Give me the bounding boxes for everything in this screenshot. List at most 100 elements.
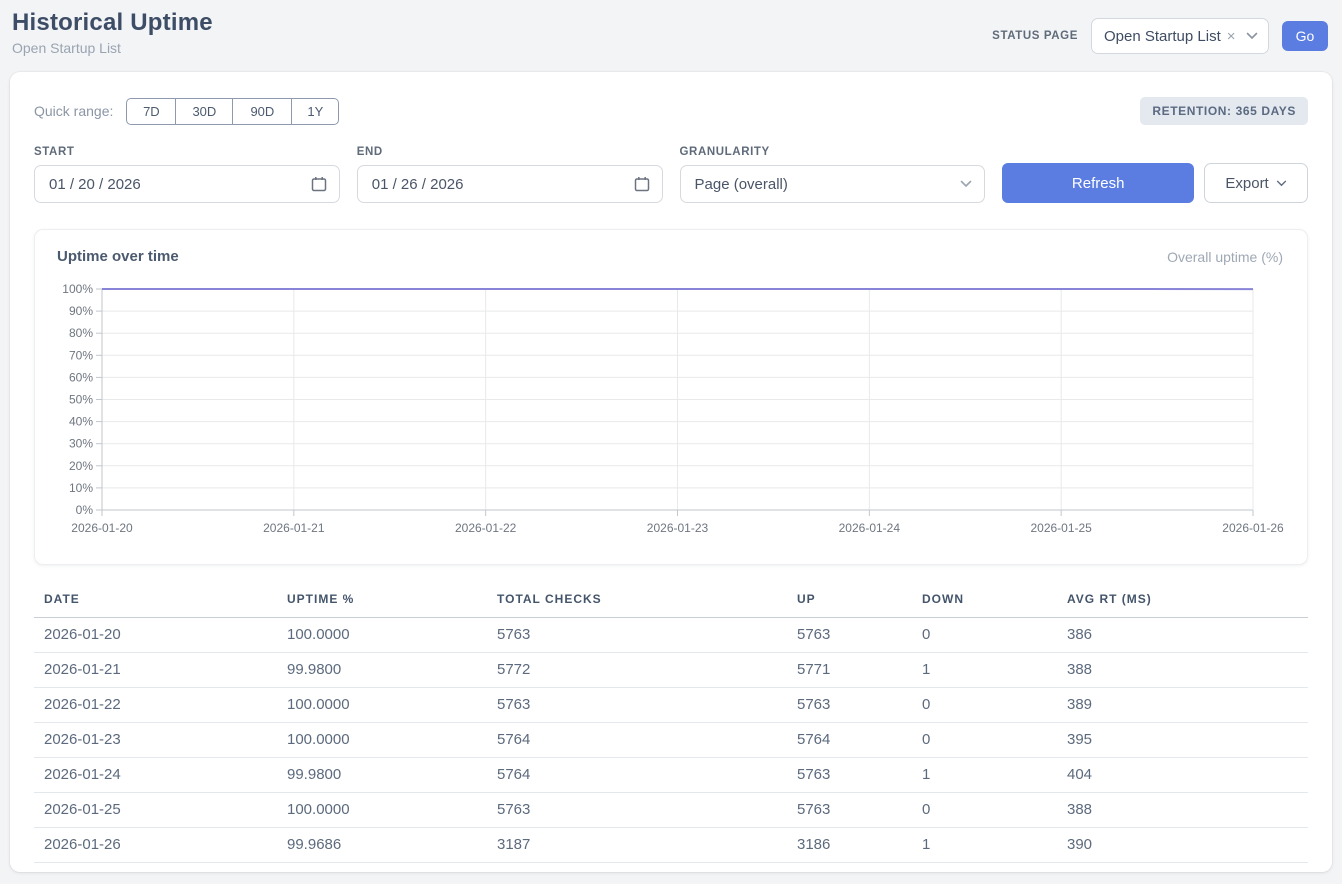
svg-text:2026-01-23: 2026-01-23 bbox=[647, 521, 709, 535]
cell-date: 2026-01-23 bbox=[34, 723, 277, 758]
cell-up: 5771 bbox=[787, 653, 912, 688]
start-date-input[interactable]: 01 / 20 / 2026 bbox=[34, 165, 340, 203]
table-header: DATEUPTIME %TOTAL CHECKSUPDOWNAVG RT (MS… bbox=[34, 586, 1308, 618]
cell-down: 1 bbox=[912, 653, 1057, 688]
quick-range-row: Quick range: 7D30D90D1Y RETENTION: 365 D… bbox=[34, 97, 1308, 125]
uptime-table: DATEUPTIME %TOTAL CHECKSUPDOWNAVG RT (MS… bbox=[34, 586, 1308, 863]
quick-range-label: Quick range: bbox=[34, 103, 113, 119]
page-subtitle: Open Startup List bbox=[12, 40, 213, 56]
cell-uptime: 99.9800 bbox=[277, 653, 487, 688]
svg-text:20%: 20% bbox=[69, 459, 93, 473]
end-date-input[interactable]: 01 / 26 / 2026 bbox=[357, 165, 663, 203]
svg-text:10%: 10% bbox=[69, 481, 93, 495]
svg-text:2026-01-22: 2026-01-22 bbox=[455, 521, 517, 535]
cell-date: 2026-01-26 bbox=[34, 828, 277, 863]
svg-text:0%: 0% bbox=[76, 503, 94, 517]
col-up: UP bbox=[787, 586, 912, 618]
cell-uptime: 99.9800 bbox=[277, 758, 487, 793]
cell-date: 2026-01-25 bbox=[34, 793, 277, 828]
chart-title: Uptime over time bbox=[57, 248, 179, 265]
chart-legend: Overall uptime (%) bbox=[1167, 249, 1283, 265]
table-row: 2026-01-2199.9800577257711388 bbox=[34, 653, 1308, 688]
svg-text:2026-01-26: 2026-01-26 bbox=[1222, 521, 1284, 535]
calendar-icon[interactable] bbox=[311, 176, 327, 192]
chevron-down-icon bbox=[960, 180, 972, 188]
filter-fields-row: START 01 / 20 / 2026 END 01 / 26 / 2026 … bbox=[34, 146, 1308, 203]
cell-uptime: 100.0000 bbox=[277, 723, 487, 758]
clear-icon[interactable]: × bbox=[1227, 29, 1236, 44]
cell-date: 2026-01-24 bbox=[34, 758, 277, 793]
calendar-icon[interactable] bbox=[634, 176, 650, 192]
svg-text:2026-01-20: 2026-01-20 bbox=[71, 521, 133, 535]
cell-uptime: 100.0000 bbox=[277, 793, 487, 828]
granularity-select[interactable]: Page (overall) bbox=[680, 165, 986, 203]
cell-uptime: 100.0000 bbox=[277, 688, 487, 723]
quick-range-1y[interactable]: 1Y bbox=[292, 98, 339, 125]
svg-text:50%: 50% bbox=[69, 393, 93, 407]
col-uptime: UPTIME % bbox=[277, 586, 487, 618]
refresh-button[interactable]: Refresh bbox=[1002, 163, 1194, 203]
table-row: 2026-01-25100.0000576357630388 bbox=[34, 793, 1308, 828]
topbar: Historical Uptime Open Startup List STAT… bbox=[0, 0, 1342, 72]
topbar-controls: STATUS PAGE Open Startup List × Go bbox=[992, 18, 1328, 54]
chart-header: Uptime over time Overall uptime (%) bbox=[35, 248, 1307, 265]
cell-down: 1 bbox=[912, 758, 1057, 793]
svg-text:60%: 60% bbox=[69, 370, 93, 384]
cell-total-checks: 5764 bbox=[487, 758, 787, 793]
svg-text:70%: 70% bbox=[69, 348, 93, 362]
cell-avg-rt-ms: 395 bbox=[1057, 723, 1308, 758]
end-date-value: 01 / 26 / 2026 bbox=[372, 176, 464, 193]
granularity-value: Page (overall) bbox=[695, 176, 788, 193]
end-label: END bbox=[357, 146, 663, 158]
cell-uptime: 100.0000 bbox=[277, 618, 487, 653]
cell-up: 5763 bbox=[787, 758, 912, 793]
cell-date: 2026-01-22 bbox=[34, 688, 277, 723]
cell-avg-rt-ms: 386 bbox=[1057, 618, 1308, 653]
cell-total-checks: 5764 bbox=[487, 723, 787, 758]
go-button[interactable]: Go bbox=[1282, 21, 1328, 51]
export-button[interactable]: Export bbox=[1204, 163, 1308, 203]
cell-down: 0 bbox=[912, 793, 1057, 828]
col-date: DATE bbox=[34, 586, 277, 618]
start-date-field: START 01 / 20 / 2026 bbox=[34, 146, 340, 203]
cell-date: 2026-01-20 bbox=[34, 618, 277, 653]
table-body: 2026-01-20100.00005763576303862026-01-21… bbox=[34, 618, 1308, 863]
quick-range-group: 7D30D90D1Y bbox=[126, 98, 339, 125]
table-row: 2026-01-2699.9686318731861390 bbox=[34, 828, 1308, 863]
quick-range-90d[interactable]: 90D bbox=[233, 98, 292, 125]
cell-up: 5764 bbox=[787, 723, 912, 758]
cell-total-checks: 5763 bbox=[487, 688, 787, 723]
col-down: DOWN bbox=[912, 586, 1057, 618]
granularity-label: GRANULARITY bbox=[680, 146, 986, 158]
export-label: Export bbox=[1225, 175, 1268, 192]
cell-avg-rt-ms: 404 bbox=[1057, 758, 1308, 793]
title-block: Historical Uptime Open Startup List bbox=[12, 9, 213, 56]
uptime-chart-card: Uptime over time Overall uptime (%) 0% 10… bbox=[34, 229, 1308, 565]
table-row: 2026-01-20100.0000576357630386 bbox=[34, 618, 1308, 653]
cell-date: 2026-01-21 bbox=[34, 653, 277, 688]
cell-total-checks: 5763 bbox=[487, 793, 787, 828]
cell-down: 0 bbox=[912, 723, 1057, 758]
svg-text:2026-01-25: 2026-01-25 bbox=[1030, 521, 1092, 535]
chevron-down-icon bbox=[1276, 180, 1287, 187]
chevron-down-icon bbox=[1246, 32, 1258, 40]
table-row: 2026-01-22100.0000576357630389 bbox=[34, 688, 1308, 723]
cell-uptime: 99.9686 bbox=[277, 828, 487, 863]
svg-text:2026-01-24: 2026-01-24 bbox=[839, 521, 901, 535]
uptime-line-chart: 0%10%20%30%40%50%60%70%80%90%100%2026-01… bbox=[35, 277, 1307, 545]
table-row: 2026-01-2499.9800576457631404 bbox=[34, 758, 1308, 793]
end-date-field: END 01 / 26 / 2026 bbox=[357, 146, 663, 203]
cell-down: 0 bbox=[912, 688, 1057, 723]
cell-up: 3186 bbox=[787, 828, 912, 863]
svg-text:30%: 30% bbox=[69, 437, 93, 451]
status-page-select[interactable]: Open Startup List × bbox=[1091, 18, 1269, 54]
quick-range-7d[interactable]: 7D bbox=[126, 98, 176, 125]
svg-text:40%: 40% bbox=[69, 415, 93, 429]
svg-text:80%: 80% bbox=[69, 326, 93, 340]
col-avg-rt-ms: AVG RT (MS) bbox=[1057, 586, 1308, 618]
cell-total-checks: 3187 bbox=[487, 828, 787, 863]
svg-text:90%: 90% bbox=[69, 304, 93, 318]
granularity-field: GRANULARITY Page (overall) bbox=[680, 146, 986, 203]
quick-range-30d[interactable]: 30D bbox=[176, 98, 233, 125]
cell-total-checks: 5763 bbox=[487, 618, 787, 653]
